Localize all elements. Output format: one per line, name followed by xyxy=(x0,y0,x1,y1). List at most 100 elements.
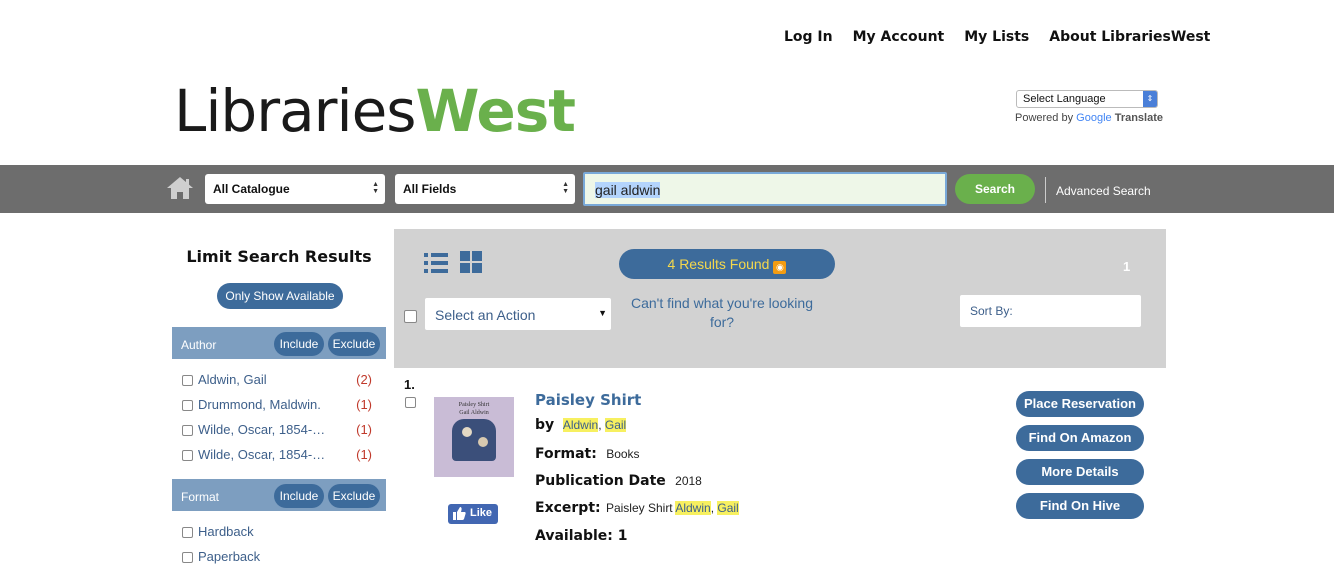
about-link[interactable]: About LibrariesWest xyxy=(1049,29,1210,45)
fields-select[interactable]: All Fields ▲ ▼ xyxy=(395,174,575,204)
facet-item[interactable]: Paperback xyxy=(182,549,372,567)
facebook-like-button[interactable]: Like xyxy=(448,504,498,524)
cover-title: Paisley Shirt xyxy=(458,402,490,408)
author-first-name[interactable]: Gail xyxy=(604,418,627,432)
facet-item-count: (1) xyxy=(356,397,372,412)
facet-item-label[interactable]: Wilde, Oscar, 1854-… xyxy=(198,447,325,462)
my-lists-link[interactable]: My Lists xyxy=(964,29,1029,45)
available-count: Available: 1 xyxy=(535,528,628,544)
grid-view-icon[interactable] xyxy=(460,251,482,273)
book-cover-image[interactable]: Paisley Shirt Gail Aldwin xyxy=(434,397,514,477)
facet-item-count: (1) xyxy=(356,447,372,462)
translate-link[interactable]: Translate xyxy=(1115,112,1163,124)
include-button[interactable]: Include xyxy=(274,484,324,508)
search-bar: All Catalogue ▲ ▼ All Fields ▲ ▼ gail aldw… xyxy=(0,165,1334,213)
result-title-link[interactable]: Paisley Shirt xyxy=(535,391,641,409)
action-select-value: Select an Action xyxy=(435,307,536,323)
my-account-link[interactable]: My Account xyxy=(853,29,945,45)
catalogue-select[interactable]: All Catalogue ▲ ▼ xyxy=(205,174,385,204)
facet-checkbox[interactable] xyxy=(182,450,193,461)
logo-text-libraries: Libraries xyxy=(174,77,416,145)
action-select[interactable]: Select an Action ▼ xyxy=(425,298,611,330)
cover-author: Gail Aldwin xyxy=(459,410,489,416)
results-found-badge[interactable]: 4 Results Found ◉ xyxy=(619,249,835,279)
cover-pattern-dot xyxy=(462,427,472,437)
facet-checkbox[interactable] xyxy=(182,527,193,538)
fields-select-value: All Fields xyxy=(403,182,457,196)
google-logo-text: Google xyxy=(1076,112,1112,124)
facet-item-label[interactable]: Hardback xyxy=(198,524,254,539)
facet-item-label[interactable]: Aldwin, Gail xyxy=(198,372,267,387)
author-last-name[interactable]: Aldwin xyxy=(562,418,599,432)
results-header: 4 Results Found ◉ 1 Select an Action ▼ Ca… xyxy=(394,229,1166,368)
publication-date-value: 2018 xyxy=(675,474,702,488)
language-select[interactable]: Select Language ⇕ xyxy=(1016,90,1158,108)
divider xyxy=(1045,177,1046,203)
more-details-button[interactable]: More Details xyxy=(1016,459,1144,485)
cant-find-link[interactable]: Can't find what you're looking for? xyxy=(622,294,822,332)
format-value: Books xyxy=(606,447,640,461)
facet-item-label[interactable]: Drummond, Maldwin. xyxy=(198,397,321,412)
result-author: by Aldwin, Gail xyxy=(535,417,627,433)
sort-by-label: Sort By: xyxy=(970,304,1013,318)
select-carets-icon: ▲ ▼ xyxy=(372,181,379,195)
facet-name: Format xyxy=(181,490,220,504)
select-arrows-icon: ⇕ xyxy=(1143,91,1157,107)
facet-name: Author xyxy=(181,338,217,352)
home-icon[interactable] xyxy=(165,175,195,201)
only-show-available-button[interactable]: Only Show Available xyxy=(217,283,343,309)
powered-by-google: Powered by Google Translate xyxy=(1015,112,1163,124)
cover-pattern-dot xyxy=(478,437,488,447)
facet-item[interactable]: Drummond, Maldwin. (1) xyxy=(182,397,372,415)
facet-item[interactable]: Wilde, Oscar, 1854-… (1) xyxy=(182,422,372,440)
login-link[interactable]: Log In xyxy=(784,29,833,45)
excerpt-author-last: Aldwin xyxy=(675,501,711,515)
excerpt-label: Excerpt: xyxy=(535,500,601,516)
rss-icon[interactable]: ◉ xyxy=(773,261,787,274)
facet-item-label[interactable]: Paperback xyxy=(198,549,260,564)
by-label: by xyxy=(535,417,555,433)
facet-checkbox[interactable] xyxy=(182,375,193,386)
exclude-button[interactable]: Exclude xyxy=(328,332,380,356)
facet-header-format: Format Include Exclude xyxy=(172,479,386,511)
find-on-hive-button[interactable]: Find On Hive xyxy=(1016,493,1144,519)
site-logo[interactable]: LibrariesWest xyxy=(174,77,576,145)
top-nav: Log In My Account My Lists About Librari… xyxy=(784,29,1210,45)
search-button[interactable]: Search xyxy=(955,174,1035,204)
cover-shirt-graphic xyxy=(452,419,496,461)
dropdown-arrow-icon: ▼ xyxy=(598,308,607,318)
facet-header-author: Author Include Exclude xyxy=(172,327,386,359)
publication-date-label: Publication Date xyxy=(535,473,666,489)
author-separator: , xyxy=(598,418,602,432)
facet-item[interactable]: Aldwin, Gail (2) xyxy=(182,372,372,390)
excerpt-separator: , xyxy=(710,501,715,515)
facet-checkbox[interactable] xyxy=(182,400,193,411)
sort-by-select[interactable]: Sort By: xyxy=(960,295,1141,327)
facet-item[interactable]: Wilde, Oscar, 1854-… (1) xyxy=(182,447,372,465)
like-label: Like xyxy=(470,507,493,519)
select-all-checkbox[interactable] xyxy=(404,310,417,323)
page-number[interactable]: 1 xyxy=(1123,259,1130,274)
facet-checkbox[interactable] xyxy=(182,425,193,436)
format-label: Format: xyxy=(535,446,597,462)
advanced-search-link[interactable]: Advanced Search xyxy=(1056,184,1151,198)
result-publication-date: Publication Date 2018 xyxy=(535,473,702,489)
thumbs-up-icon xyxy=(453,507,466,520)
exclude-button[interactable]: Exclude xyxy=(328,484,380,508)
powered-by-text: Powered by xyxy=(1015,112,1074,124)
find-on-amazon-button[interactable]: Find On Amazon xyxy=(1016,425,1144,451)
include-button[interactable]: Include xyxy=(274,332,324,356)
place-reservation-button[interactable]: Place Reservation xyxy=(1016,391,1144,417)
excerpt-author-first: Gail xyxy=(717,501,739,515)
logo-text-west: West xyxy=(415,77,576,145)
result-number: 1. xyxy=(404,377,415,392)
facet-checkbox[interactable] xyxy=(182,552,193,563)
facet-item[interactable]: Hardback xyxy=(182,524,372,542)
list-view-icon[interactable] xyxy=(424,251,448,275)
facet-item-label[interactable]: Wilde, Oscar, 1854-… xyxy=(198,422,325,437)
search-input[interactable]: gail aldwin xyxy=(583,172,947,206)
excerpt-text: Paisley Shirt xyxy=(605,501,673,515)
result-checkbox[interactable] xyxy=(405,397,416,408)
select-carets-icon: ▲ ▼ xyxy=(562,181,569,195)
limit-results-title: Limit Search Results xyxy=(186,247,372,266)
